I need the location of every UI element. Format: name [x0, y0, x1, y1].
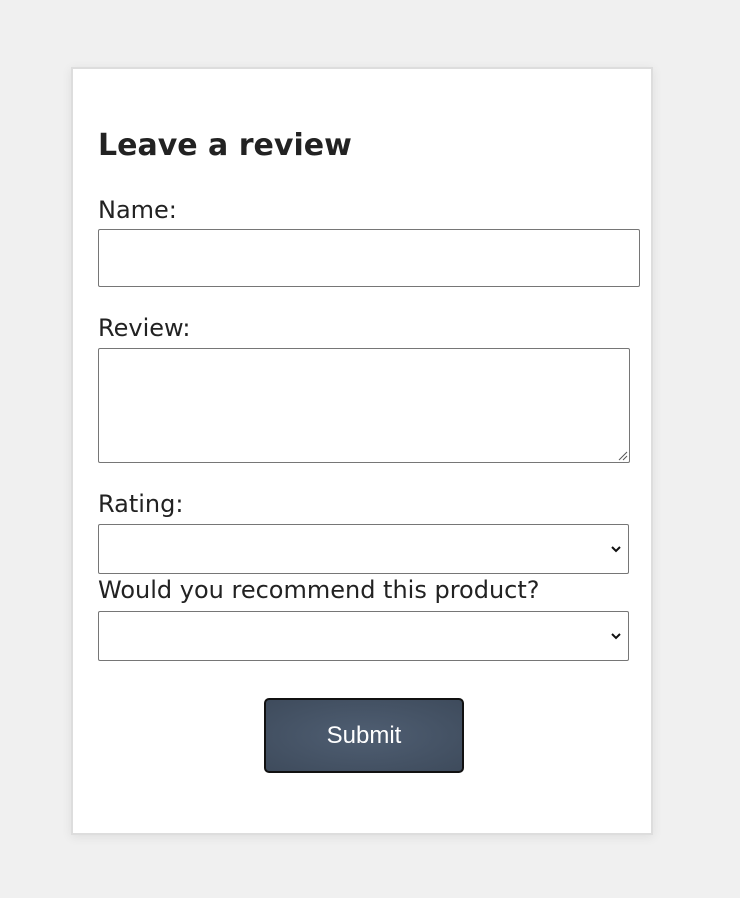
review-form-card: Leave a review Name: Review: Rating: Wou… [71, 67, 653, 835]
chevron-down-icon [611, 546, 621, 553]
rating-select[interactable] [98, 524, 629, 574]
resize-grip-icon[interactable] [616, 449, 628, 461]
recommend-select[interactable] [98, 611, 629, 661]
name-label: Name: [98, 196, 177, 224]
name-input[interactable] [98, 229, 640, 287]
review-textarea[interactable] [98, 348, 630, 463]
rating-label: Rating: [98, 490, 184, 518]
recommend-label: Would you recommend this product? [98, 576, 540, 604]
form-title: Leave a review [98, 128, 352, 163]
chevron-down-icon [611, 633, 621, 640]
review-label: Review: [98, 314, 191, 342]
submit-button[interactable]: Submit [264, 698, 464, 773]
